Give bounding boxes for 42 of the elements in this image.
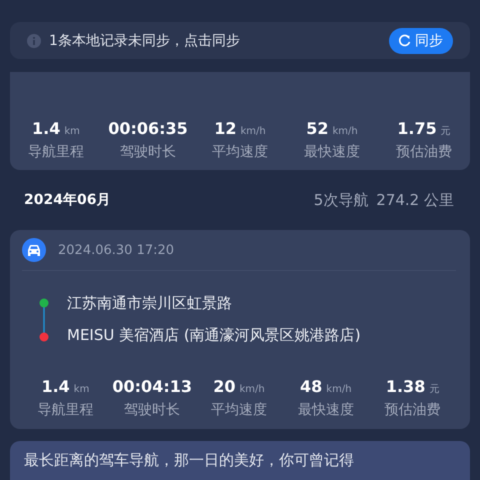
stat-label: 驾驶时长 — [120, 143, 176, 161]
start-address: 江苏南通市崇川区虹景路 — [67, 294, 233, 313]
stat-value: 1.38 — [386, 377, 426, 396]
trip-card[interactable]: 2024.06.30 17:20 江苏南通市崇川区虹景路 MEISU 美宿酒店 (南通濠河风景区姚港路店) 1.4 km 导航里程 00:04:13 驾驶时长 20 km/h 平均速度 48 km/h 最快速度 1.38 元 预估油费 — [10, 230, 470, 429]
stat-unit: km/h — [332, 126, 358, 137]
stat-label: 平均速度 — [212, 143, 268, 161]
stat-label: 平均速度 — [210, 401, 267, 419]
stat-unit: km/h — [240, 384, 265, 395]
stat-label: 驾驶时长 — [124, 401, 180, 419]
stat-value: 00:04:13 — [112, 377, 192, 396]
stat-unit: 元 — [440, 125, 451, 138]
promo-text: 最长距离的驾车导航，那一日的美好，你可曾记得 — [24, 451, 355, 470]
stat-unit: km/h — [326, 384, 352, 395]
stat-label: 最快速度 — [304, 143, 360, 161]
stat-label: 预估油费 — [396, 143, 452, 161]
stat-value: 12 — [214, 119, 236, 138]
info-icon — [27, 34, 41, 48]
stat-value: 1.4 — [32, 119, 60, 138]
stat-value: 48 — [300, 377, 322, 396]
month-title: 2024年06月 — [24, 191, 110, 209]
trip-count: 5次导航 — [314, 190, 368, 210]
stat-unit: km — [74, 384, 90, 395]
stat-unit: km — [64, 126, 80, 137]
stat-value: 52 — [306, 119, 328, 138]
car-icon — [22, 238, 46, 262]
stat-unit: km/h — [240, 126, 266, 137]
route-drawing — [38, 298, 50, 342]
refresh-icon — [398, 34, 411, 47]
stat-label: 最快速度 — [298, 401, 354, 419]
stat-label: 导航里程 — [28, 143, 84, 161]
trip-time: 2024.06.30 17:20 — [58, 242, 174, 258]
stat-value: 1.4 — [41, 377, 70, 396]
stat-value: 1.75 — [397, 119, 437, 138]
sync-message: 1条本地记录未同步，点击同步 — [49, 32, 241, 50]
stat-label: 导航里程 — [37, 401, 94, 419]
sync-button[interactable]: 同步 — [389, 28, 453, 54]
total-distance: 274.2 公里 — [376, 190, 454, 210]
end-address: MEISU 美宿酒店 (南通濠河风景区姚港路店) — [67, 326, 361, 345]
stat-value: 20 — [213, 377, 236, 396]
stat-unit: 元 — [429, 383, 440, 396]
stat-value: 00:06:35 — [108, 119, 188, 138]
stat-label: 预估油费 — [384, 401, 441, 419]
